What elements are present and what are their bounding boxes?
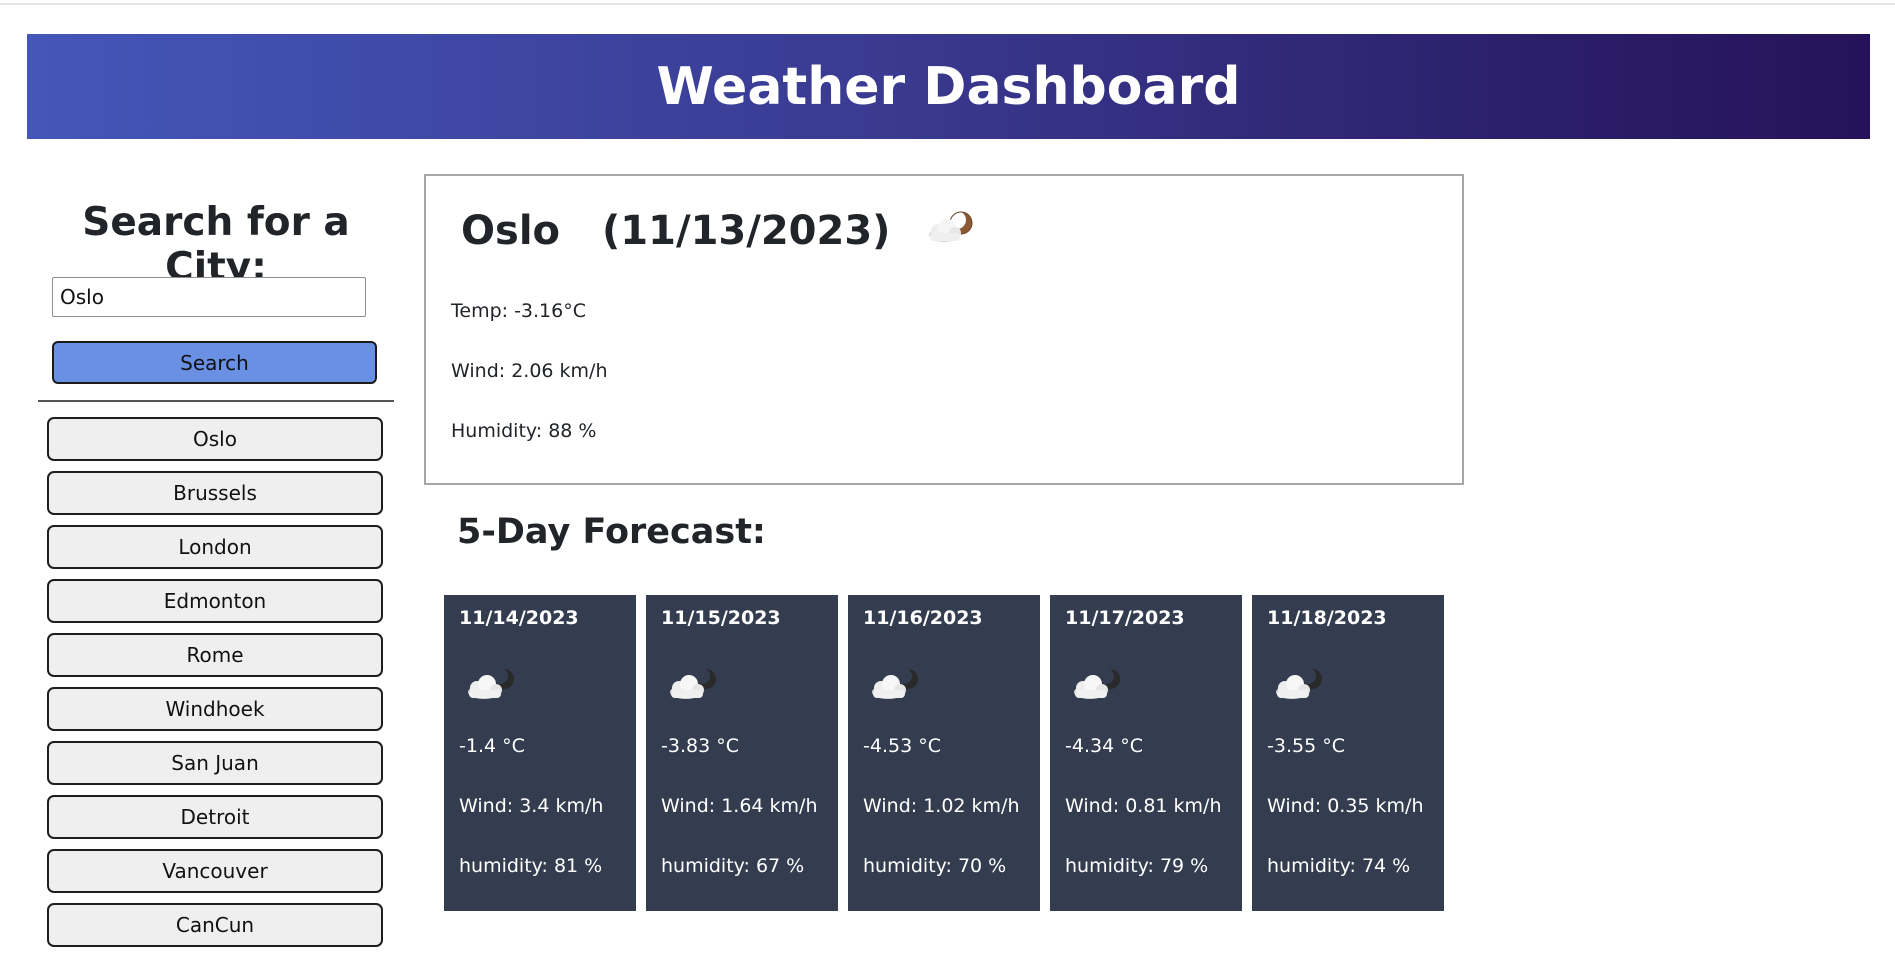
history-button-brussels[interactable]: Brussels bbox=[47, 471, 383, 515]
page-title: Weather Dashboard bbox=[656, 56, 1241, 117]
forecast-wind: Wind: 1.02 km/h bbox=[863, 795, 1020, 817]
forecast-card: 11/17/2023 -4.34 °C Wind: 0.81 km/h humi… bbox=[1050, 595, 1242, 911]
sidebar-divider bbox=[38, 400, 394, 402]
forecast-humidity: humidity: 67 % bbox=[661, 855, 805, 877]
current-weather-heading: Oslo (11/13/2023) bbox=[461, 206, 978, 256]
history-button-london[interactable]: London bbox=[47, 525, 383, 569]
forecast-wind: Wind: 0.81 km/h bbox=[1065, 795, 1222, 817]
forecast-cards: 11/14/2023 -1.4 °C Wind: 3.4 km/h humidi… bbox=[444, 595, 1454, 911]
forecast-temp: -4.53 °C bbox=[863, 735, 941, 757]
current-date: (11/13/2023) bbox=[602, 208, 891, 254]
forecast-wind: Wind: 1.64 km/h bbox=[661, 795, 818, 817]
forecast-card: 11/16/2023 -4.53 °C Wind: 1.02 km/h humi… bbox=[848, 595, 1040, 911]
current-humidity: Humidity: 88 % bbox=[451, 420, 597, 442]
current-temp: Temp: -3.16°C bbox=[451, 300, 587, 322]
history-button-rome[interactable]: Rome bbox=[47, 633, 383, 677]
forecast-humidity: humidity: 81 % bbox=[459, 855, 603, 877]
forecast-wind: Wind: 3.4 km/h bbox=[459, 795, 604, 817]
forecast-title: 5-Day Forecast: bbox=[457, 512, 766, 552]
forecast-date: 11/17/2023 bbox=[1065, 607, 1185, 629]
forecast-humidity: humidity: 70 % bbox=[863, 855, 1007, 877]
current-wind: Wind: 2.06 km/h bbox=[451, 360, 608, 382]
history-button-cancun[interactable]: CanCun bbox=[47, 903, 383, 947]
forecast-temp: -3.55 °C bbox=[1267, 735, 1345, 757]
current-city: Oslo bbox=[461, 208, 561, 254]
forecast-date: 11/15/2023 bbox=[661, 607, 781, 629]
history-button-windhoek[interactable]: Windhoek bbox=[47, 687, 383, 731]
search-button[interactable]: Search bbox=[52, 341, 377, 384]
forecast-temp: -1.4 °C bbox=[459, 735, 525, 757]
forecast-date: 11/18/2023 bbox=[1267, 607, 1387, 629]
forecast-temp: -3.83 °C bbox=[661, 735, 739, 757]
history-button-san-juan[interactable]: San Juan bbox=[47, 741, 383, 785]
history-button-edmonton[interactable]: Edmonton bbox=[47, 579, 383, 623]
top-border bbox=[0, 3, 1895, 5]
cloud-moon-icon bbox=[462, 663, 520, 707]
cloud-moon-icon bbox=[924, 206, 978, 256]
forecast-wind: Wind: 0.35 km/h bbox=[1267, 795, 1424, 817]
page-header: Weather Dashboard bbox=[27, 34, 1870, 139]
forecast-humidity: humidity: 79 % bbox=[1065, 855, 1209, 877]
cloud-moon-icon bbox=[1068, 663, 1126, 707]
cloud-moon-icon bbox=[1270, 663, 1328, 707]
forecast-card: 11/14/2023 -1.4 °C Wind: 3.4 km/h humidi… bbox=[444, 595, 636, 911]
forecast-date: 11/14/2023 bbox=[459, 607, 579, 629]
forecast-card: 11/18/2023 -3.55 °C Wind: 0.35 km/h humi… bbox=[1252, 595, 1444, 911]
forecast-temp: -4.34 °C bbox=[1065, 735, 1143, 757]
forecast-date: 11/16/2023 bbox=[863, 607, 983, 629]
forecast-card: 11/15/2023 -3.83 °C Wind: 1.64 km/h humi… bbox=[646, 595, 838, 911]
cloud-moon-icon bbox=[664, 663, 722, 707]
history-button-vancouver[interactable]: Vancouver bbox=[47, 849, 383, 893]
cloud-moon-icon bbox=[866, 663, 924, 707]
history-button-detroit[interactable]: Detroit bbox=[47, 795, 383, 839]
search-history-list: Oslo Brussels London Edmonton Rome Windh… bbox=[47, 417, 383, 957]
current-weather-card: Oslo (11/13/2023) Temp: -3.16°C Wind: 2.… bbox=[424, 174, 1464, 485]
forecast-humidity: humidity: 74 % bbox=[1267, 855, 1411, 877]
history-button-oslo[interactable]: Oslo bbox=[47, 417, 383, 461]
city-search-input[interactable] bbox=[52, 277, 366, 317]
